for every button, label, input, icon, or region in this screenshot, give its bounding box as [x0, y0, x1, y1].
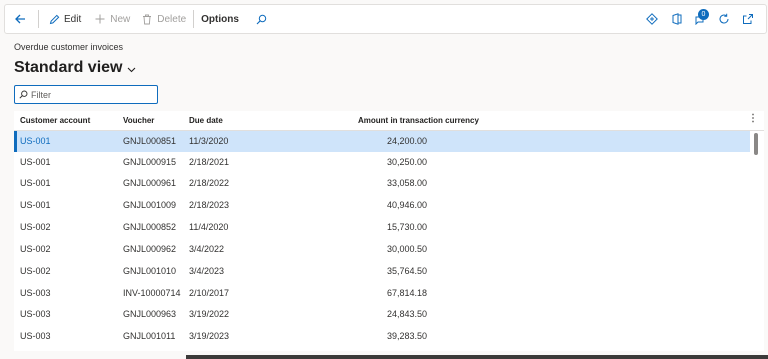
pencil-icon — [47, 12, 61, 26]
options-button[interactable]: Options — [194, 5, 249, 33]
column-header-voucher[interactable]: Voucher — [123, 116, 154, 125]
customer-account-link[interactable]: US-003 — [20, 309, 51, 319]
due-date-cell: 2/18/2022 — [189, 178, 230, 188]
table-row[interactable]: US-003 INV-10000714 2/10/2017 67,814.18 — [14, 283, 750, 304]
invoice-grid: Customer account Voucher Due date Amount… — [14, 111, 764, 351]
page-caption: Overdue customer invoices — [14, 42, 124, 52]
voucher-cell: GNJL000851 — [123, 136, 177, 146]
delete-button[interactable]: Delete — [136, 5, 193, 33]
open-new-window-icon[interactable] — [736, 7, 760, 31]
edit-button[interactable]: Edit — [39, 5, 87, 33]
toolbar-right-group: 0 — [640, 5, 760, 33]
search-button[interactable] — [249, 5, 278, 33]
customer-account-link[interactable]: US-003 — [20, 288, 51, 298]
voucher-cell: GNJL000852 — [123, 222, 177, 232]
new-button[interactable]: New — [87, 5, 136, 33]
customer-account-link[interactable]: US-001 — [20, 157, 51, 167]
customer-account-link[interactable]: US-002 — [20, 222, 51, 232]
due-date-cell: 11/4/2020 — [189, 222, 229, 232]
amount-cell: 30,000.50 — [386, 244, 427, 254]
action-pane: Edit New Delete Options 0 — [4, 4, 767, 34]
amount-cell: 33,058.00 — [386, 178, 427, 188]
new-label: New — [110, 13, 131, 25]
notifications-icon[interactable]: 0 — [688, 7, 712, 31]
amount-cell: 67,814.18 — [386, 288, 427, 298]
chevron-down-icon — [127, 60, 136, 78]
due-date-cell: 11/3/2020 — [189, 136, 229, 146]
table-row[interactable]: US-003 GNJL001011 3/19/2023 39,283.50 — [14, 326, 750, 347]
customer-account-link[interactable]: US-002 — [20, 266, 51, 276]
due-date-cell: 2/10/2017 — [189, 288, 230, 298]
office-icon[interactable] — [664, 7, 688, 31]
voucher-cell: GNJL000961 — [123, 178, 177, 188]
amount-cell: 40,946.00 — [386, 200, 427, 210]
customer-account-link[interactable]: US-001 — [20, 136, 51, 146]
column-header-due-date[interactable]: Due date — [189, 116, 223, 125]
voucher-cell: GNJL000963 — [123, 309, 177, 319]
vertical-scrollbar[interactable] — [752, 131, 760, 351]
column-header-customer-account[interactable]: Customer account — [20, 116, 90, 125]
back-button[interactable] — [5, 5, 38, 33]
voucher-cell: INV-10000714 — [123, 288, 181, 298]
refresh-icon[interactable] — [712, 7, 736, 31]
amount-cell: 30,250.00 — [386, 157, 427, 167]
voucher-cell: GNJL000962 — [123, 244, 177, 254]
amount-cell: 39,283.50 — [386, 331, 427, 341]
voucher-cell: GNJL000915 — [123, 157, 177, 167]
voucher-cell: GNJL001010 — [123, 266, 177, 276]
customer-account-link[interactable]: US-001 — [20, 200, 51, 210]
view-selector[interactable]: Standard view — [14, 57, 136, 78]
bottom-edge-bar — [186, 355, 768, 359]
view-title: Standard view — [14, 58, 123, 76]
customer-account-link[interactable]: US-002 — [20, 244, 51, 254]
table-row[interactable]: US-001 GNJL000961 2/18/2022 33,058.00 — [14, 173, 750, 194]
table-row[interactable]: US-002 GNJL001010 3/4/2023 35,764.50 — [14, 261, 750, 282]
scrollbar-thumb[interactable] — [754, 133, 758, 155]
trash-icon — [140, 12, 154, 26]
notification-count-badge: 0 — [698, 9, 709, 20]
amount-cell: 24,200.00 — [386, 136, 427, 146]
filter-box[interactable] — [14, 85, 158, 104]
amount-cell: 15,730.00 — [386, 222, 427, 232]
diamond-icon[interactable] — [640, 7, 664, 31]
table-row[interactable]: US-003 GNJL000963 3/19/2022 24,843.50 — [14, 304, 750, 325]
delete-label: Delete — [157, 13, 187, 25]
search-icon — [255, 12, 269, 26]
table-row[interactable]: US-002 GNJL000962 3/4/2022 30,000.50 — [14, 239, 750, 260]
due-date-cell: 2/18/2023 — [189, 200, 230, 210]
more-options-icon[interactable]: ⋮ — [748, 113, 758, 124]
edit-label: Edit — [64, 13, 82, 25]
column-header-amount[interactable]: Amount in transaction currency — [358, 116, 479, 125]
voucher-cell: GNJL001011 — [123, 331, 176, 341]
grid-header: Customer account Voucher Due date Amount… — [14, 111, 764, 131]
customer-account-link[interactable]: US-003 — [20, 331, 51, 341]
due-date-cell: 3/19/2022 — [189, 309, 230, 319]
due-date-cell: 2/18/2021 — [189, 157, 230, 167]
table-row[interactable]: US-001 GNJL000915 2/18/2021 30,250.00 — [14, 152, 750, 173]
customer-account-link[interactable]: US-001 — [20, 178, 51, 188]
due-date-cell: 3/19/2023 — [189, 331, 230, 341]
due-date-cell: 3/4/2023 — [189, 266, 225, 276]
amount-cell: 24,843.50 — [386, 309, 427, 319]
table-row[interactable]: US-001 GNJL001009 2/18/2023 40,946.00 — [14, 195, 750, 216]
filter-search-icon — [19, 86, 28, 104]
plus-icon — [93, 12, 107, 26]
table-row[interactable]: US-002 GNJL000852 11/4/2020 15,730.00 — [14, 217, 750, 238]
amount-cell: 35,764.50 — [386, 266, 427, 276]
table-row[interactable]: US-001 GNJL000851 11/3/2020 24,200.00 — [14, 131, 750, 152]
options-label: Options — [201, 13, 239, 25]
back-arrow-icon — [13, 12, 27, 26]
filter-input[interactable] — [31, 89, 151, 100]
due-date-cell: 3/4/2022 — [189, 244, 225, 254]
voucher-cell: GNJL001009 — [123, 200, 177, 210]
